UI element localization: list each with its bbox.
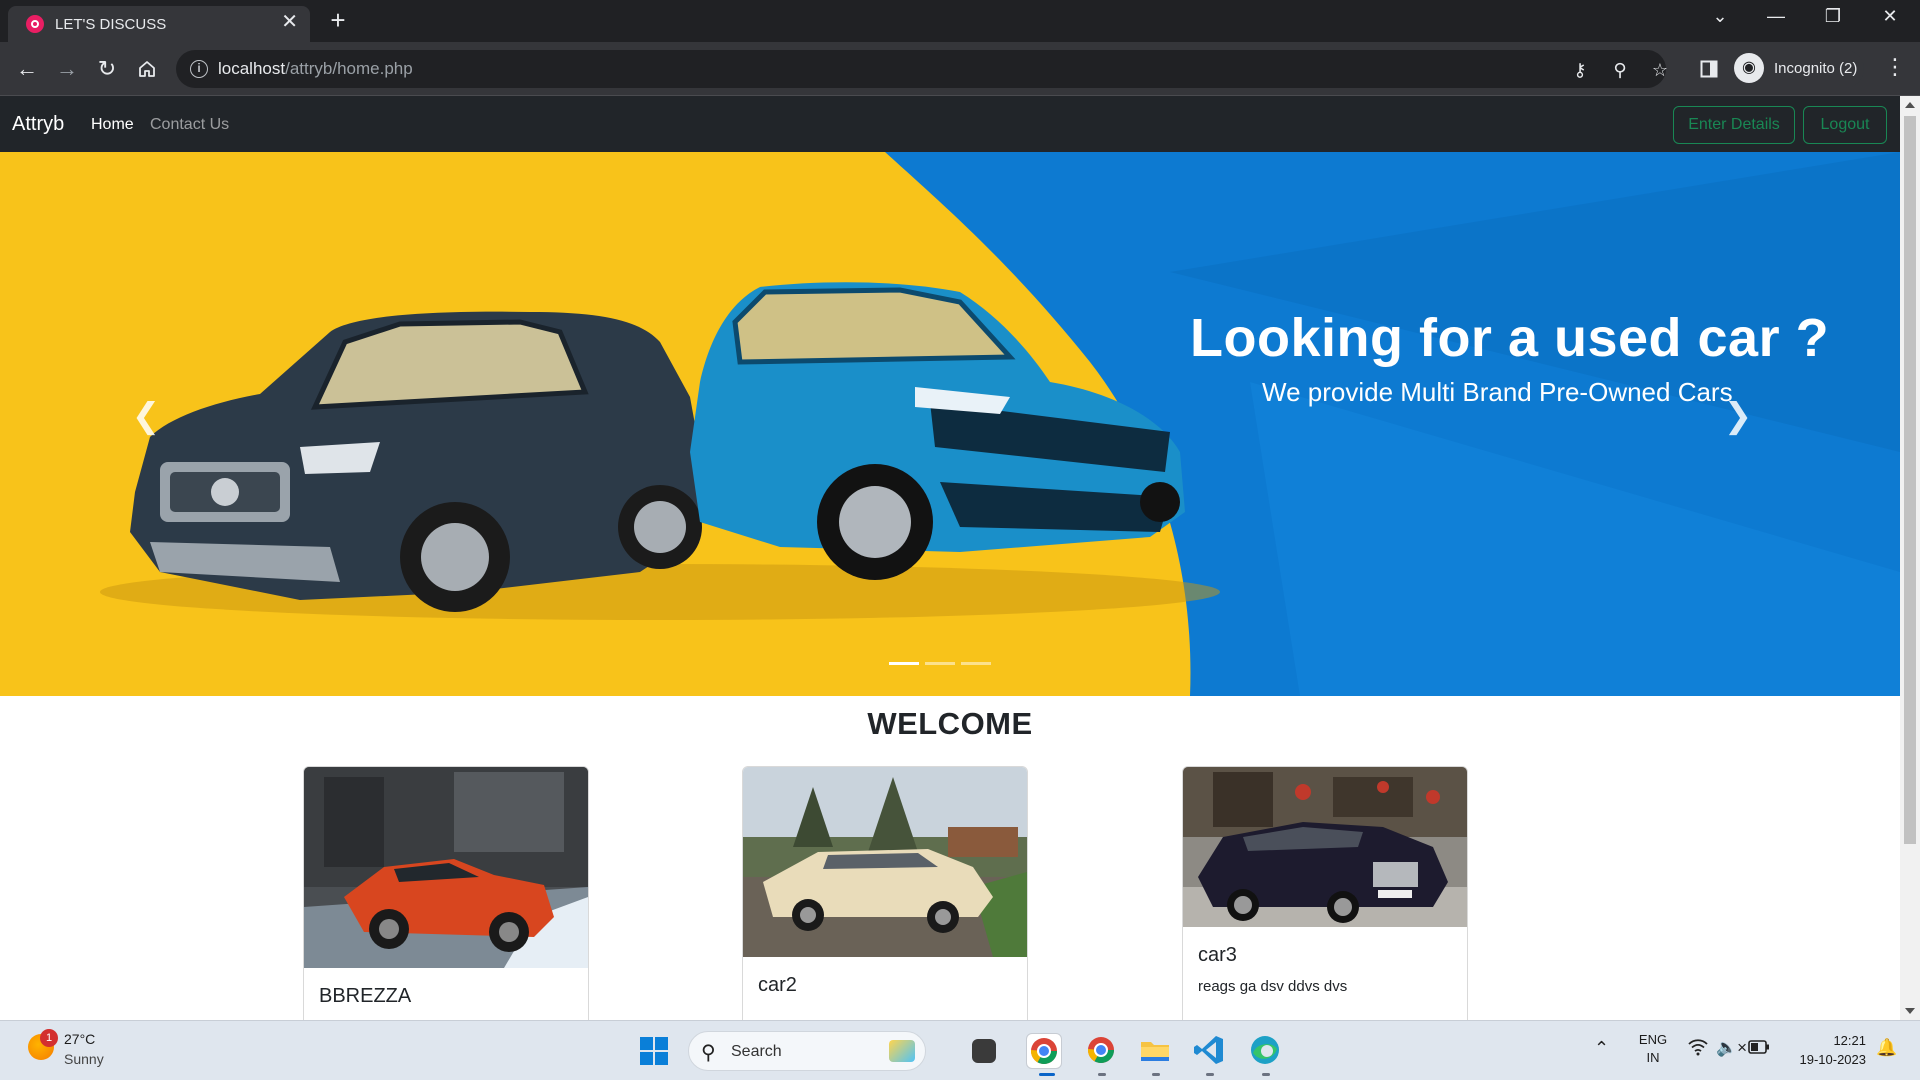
- scroll-down-arrow-icon[interactable]: [1905, 1008, 1915, 1014]
- zoom-icon[interactable]: ⚲: [1608, 60, 1632, 81]
- car-image[interactable]: [743, 767, 1027, 957]
- windows-taskbar: 1 27°C Sunny ⚲ Search ⌃ ENG IN 🔈× 12:21 …: [0, 1020, 1920, 1080]
- tab-title: LET'S DISCUSS: [55, 16, 167, 33]
- tab-search-button[interactable]: ⌄: [1700, 6, 1740, 27]
- site-favicon-icon: [26, 15, 44, 33]
- language-indicator[interactable]: ENG IN: [1636, 1031, 1670, 1067]
- web-page: Attryb Home Contact Us Enter Details Log…: [0, 96, 1900, 1020]
- running-app-indicator: [1206, 1073, 1214, 1076]
- window-close-button[interactable]: ✕: [1870, 6, 1910, 27]
- tray-overflow-chevron-icon[interactable]: ⌃: [1594, 1038, 1609, 1059]
- notification-bell-icon[interactable]: 🔔: [1876, 1038, 1897, 1058]
- running-app-indicator: [1262, 1073, 1270, 1076]
- language-region: IN: [1646, 1050, 1660, 1065]
- incognito-profile-button[interactable]: ◉ Incognito (2): [1734, 50, 1864, 88]
- vscode-icon[interactable]: [1192, 1033, 1228, 1069]
- weather-condition[interactable]: Sunny: [64, 1051, 104, 1067]
- address-bar[interactable]: i localhost/attryb/home.php ⚷ ⚲ ☆: [176, 50, 1668, 88]
- hero-carousel: Looking for a used car ? We provide Mult…: [0, 152, 1900, 696]
- logout-button[interactable]: Logout: [1803, 106, 1887, 144]
- active-app-indicator: [1039, 1073, 1055, 1076]
- page-scrollbar[interactable]: [1900, 96, 1920, 1020]
- clock-date: 19-10-2023: [1799, 1052, 1867, 1067]
- welcome-heading: WELCOME: [867, 706, 1033, 741]
- hero-subtitle: We provide Multi Brand Pre-Owned Cars: [1262, 377, 1733, 407]
- carousel-indicator-3[interactable]: [961, 662, 991, 665]
- card-title: car2: [758, 974, 797, 996]
- file-explorer-icon[interactable]: [1138, 1033, 1174, 1069]
- running-app-indicator: [1152, 1073, 1160, 1076]
- car-card[interactable]: BBREZZA: [303, 766, 589, 1020]
- edge-icon[interactable]: [1248, 1033, 1284, 1069]
- url-text[interactable]: localhost/attryb/home.php: [218, 59, 413, 79]
- car-image[interactable]: [304, 767, 588, 968]
- car-card[interactable]: car2: [742, 766, 1028, 1020]
- restore-button[interactable]: ❐: [1813, 6, 1853, 27]
- url-path: /attryb/home.php: [285, 59, 413, 78]
- carousel-indicator-2[interactable]: [925, 662, 955, 665]
- new-tab-button[interactable]: +: [326, 6, 350, 34]
- nav-link-contact[interactable]: Contact Us: [150, 116, 229, 134]
- search-highlight-icon: [889, 1040, 915, 1062]
- weather-notification-badge: 1: [40, 1029, 58, 1047]
- nav-link-home[interactable]: Home: [91, 116, 134, 134]
- site-info-icon[interactable]: i: [190, 60, 208, 78]
- carousel-prev-icon[interactable]: ❮: [126, 396, 166, 436]
- wifi-icon[interactable]: [1688, 1038, 1708, 1061]
- site-navbar: Attryb Home Contact Us Enter Details Log…: [0, 96, 1900, 152]
- search-icon: ⚲: [701, 1042, 716, 1064]
- hero-title: Looking for a used car ?: [1190, 308, 1830, 368]
- incognito-icon: ◉: [1734, 53, 1764, 83]
- weather-temperature[interactable]: 27°C: [64, 1031, 95, 1047]
- side-panel-icon[interactable]: [1694, 54, 1724, 84]
- clock-time: 12:21: [1833, 1033, 1866, 1048]
- scroll-up-arrow-icon[interactable]: [1905, 102, 1915, 108]
- system-clock[interactable]: 12:21 19-10-2023: [1780, 1031, 1867, 1069]
- site-brand[interactable]: Attryb: [12, 113, 64, 136]
- back-arrow-icon[interactable]: ←: [12, 54, 42, 84]
- tab-close-button[interactable]: ✕: [281, 12, 298, 32]
- task-view-icon[interactable]: [972, 1039, 996, 1063]
- bookmark-star-icon[interactable]: ☆: [1648, 60, 1672, 81]
- language-code: ENG: [1638, 1032, 1668, 1047]
- key-icon[interactable]: ⚷: [1568, 60, 1592, 81]
- card-title: car3: [1198, 944, 1237, 966]
- hero-banner-image: [0, 152, 1900, 696]
- battery-icon[interactable]: [1748, 1038, 1770, 1059]
- scrollbar-thumb[interactable]: [1904, 116, 1916, 844]
- running-app-indicator: [1098, 1073, 1106, 1076]
- windows-start-icon[interactable]: [640, 1037, 668, 1065]
- browser-toolbar: ← → ↻ i localhost/attryb/home.php ⚷ ⚲ ☆ …: [0, 42, 1920, 96]
- carousel-indicator-1[interactable]: [889, 662, 919, 665]
- taskbar-search-box[interactable]: ⚲ Search: [688, 1031, 926, 1071]
- browser-tab-active[interactable]: LET'S DISCUSS ✕: [8, 6, 310, 42]
- forward-arrow-icon[interactable]: →: [52, 54, 82, 84]
- card-title: BBREZZA: [319, 985, 412, 1007]
- chrome-incognito-app-icon[interactable]: [1026, 1033, 1062, 1069]
- minimize-button[interactable]: —: [1756, 6, 1796, 27]
- reload-icon[interactable]: ↻: [92, 54, 122, 84]
- chrome-profile-app-icon[interactable]: [1084, 1033, 1120, 1069]
- car-card[interactable]: car3 reags ga dsv ddvs dvs: [1182, 766, 1468, 1020]
- speaker-muted-icon[interactable]: 🔈×: [1716, 1038, 1747, 1058]
- card-text: reags ga dsv ddvs dvs: [1198, 978, 1348, 995]
- browser-tab-strip: LET'S DISCUSS ✕ + ⌄ — ❐ ✕: [0, 0, 1920, 42]
- url-host: localhost: [218, 59, 286, 78]
- car-image[interactable]: [1183, 767, 1467, 927]
- taskbar-search-label: Search: [731, 1043, 782, 1060]
- carousel-next-icon[interactable]: ❯: [1718, 396, 1758, 436]
- incognito-label: Incognito (2): [1774, 60, 1858, 77]
- browser-menu-icon[interactable]: ⋮: [1884, 54, 1906, 80]
- enter-details-button[interactable]: Enter Details: [1673, 106, 1795, 144]
- home-icon[interactable]: [132, 54, 162, 84]
